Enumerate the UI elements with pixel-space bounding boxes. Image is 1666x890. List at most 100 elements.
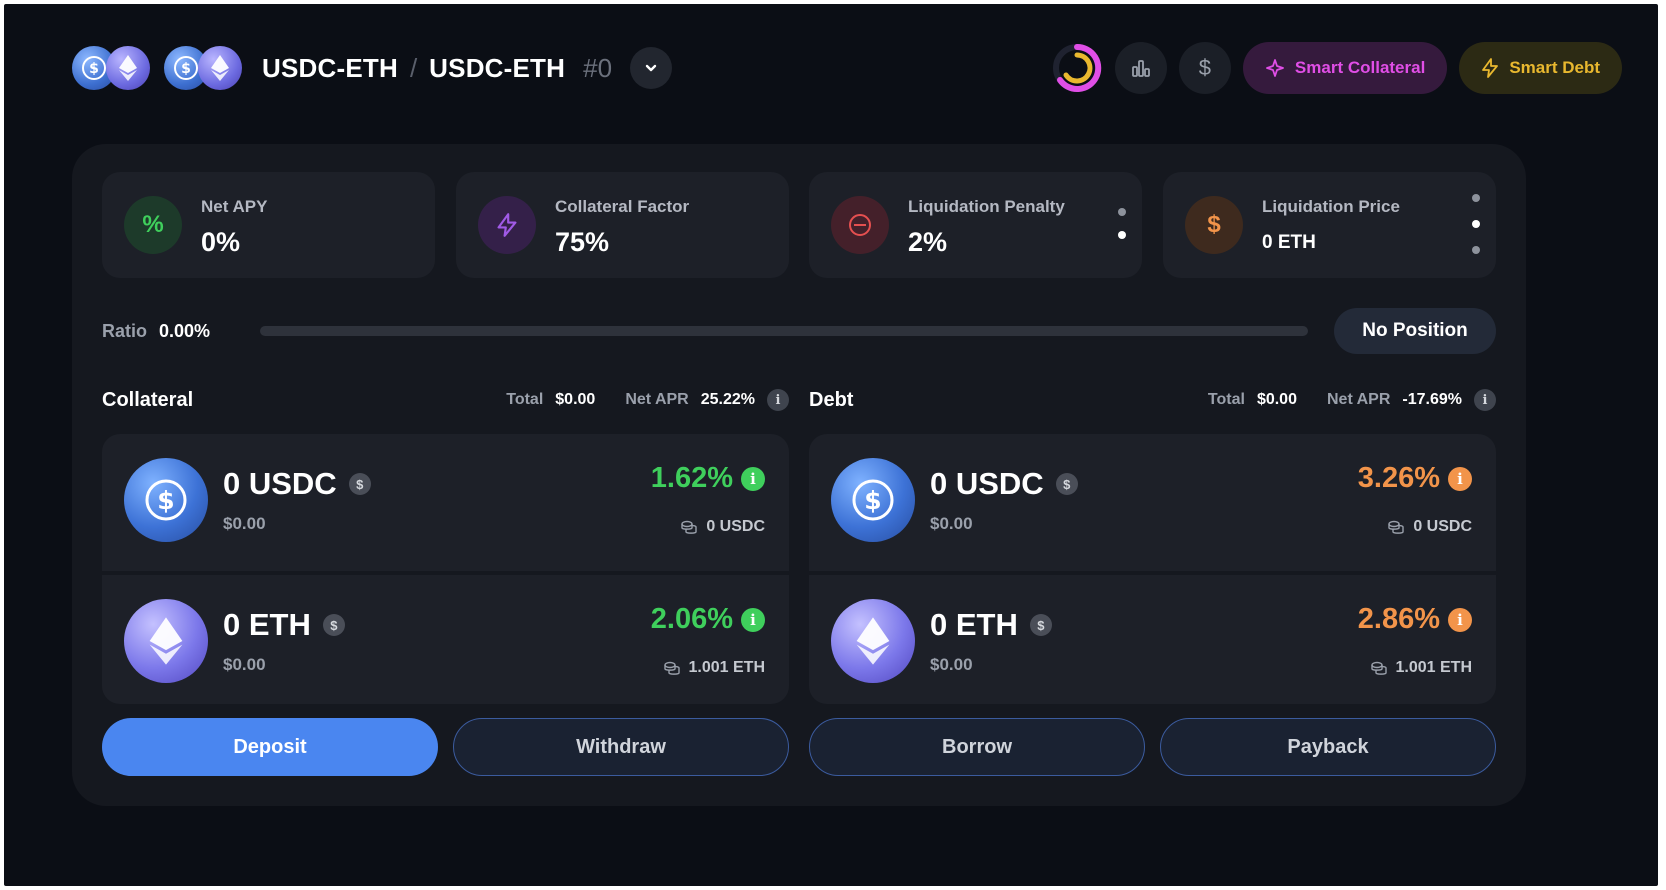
usdc-icon: $ [124, 458, 208, 542]
currency-button[interactable]: $ [1178, 42, 1231, 94]
coins-icon [1370, 661, 1387, 675]
usd-value: $0.00 [223, 514, 266, 533]
svg-text:$: $ [157, 486, 174, 515]
available-liquidity: 1.001 ETH [1370, 659, 1472, 677]
ratio-ring-icon[interactable] [1051, 42, 1103, 94]
liquidity-value: 0 USDC [706, 518, 765, 535]
percent-icon: % [124, 196, 182, 254]
eth-icon [124, 599, 208, 683]
carousel-dot[interactable] [1472, 246, 1480, 254]
dollar-icon: $ [1198, 55, 1212, 80]
pair-icon-left: $ [72, 44, 154, 92]
total-value: $0.00 [1256, 391, 1297, 408]
carousel-dot-active[interactable] [1472, 220, 1480, 228]
svg-text:$: $ [89, 61, 99, 77]
collateral-row-usdc[interactable]: $ 0 USDC $ $0.00 1.62% i 0 USDC [102, 434, 789, 567]
amount-text: 0 ETH [930, 607, 1018, 642]
amount-text: 0 ETH [223, 607, 311, 642]
stat-value: 0% [201, 227, 241, 257]
withdraw-button[interactable]: Withdraw [453, 718, 789, 776]
stats-button[interactable] [1114, 42, 1167, 94]
carousel-dots[interactable] [1472, 194, 1480, 254]
debt-panel: $ 0 USDC $ $0.00 3.26% i 0 USDC 0 ETH $ $0.… [809, 434, 1496, 704]
stat-value: 0 ETH [1262, 232, 1316, 253]
smart-collateral-button[interactable]: Smart Collateral [1242, 42, 1448, 94]
collateral-row-eth[interactable]: 0 ETH $ $0.00 2.06% i 1.001 ETH [102, 571, 789, 704]
dollar-icon[interactable]: $ [1029, 614, 1052, 636]
svg-text:$: $ [864, 486, 881, 515]
stat-liquidation-price: $ Liquidation Price 0 ETH [1163, 172, 1496, 278]
total-label: Total [506, 391, 544, 408]
pair-icons: $ $ [72, 44, 256, 92]
smart-collateral-label: Smart Collateral [1294, 58, 1426, 77]
ratio-progress-bar [260, 326, 1308, 336]
lightning-icon [478, 196, 536, 254]
token-amount: 0 USDC $ [223, 466, 371, 502]
dollar-icon[interactable]: $ [1055, 473, 1078, 495]
info-icon[interactable]: i [741, 466, 765, 491]
carousel-dot[interactable] [1118, 208, 1126, 216]
info-icon[interactable]: i [1474, 389, 1496, 411]
stat-value: 75% [555, 227, 610, 257]
collateral-pair-title: USDC-ETH [262, 52, 398, 83]
borrow-button[interactable]: Borrow [809, 718, 1145, 776]
position-dropdown-button[interactable] [630, 47, 673, 89]
available-liquidity: 0 USDC [680, 518, 765, 536]
net-apr-label: Net APR [625, 391, 689, 408]
stat-label: Liquidation Price [1262, 197, 1400, 216]
net-apr-value: 25.22% [700, 391, 755, 408]
eth-icon [198, 46, 242, 90]
collateral-summary: Total $0.00 Net APR 25.22% i [506, 389, 789, 411]
apr-value: 3.26% [1357, 462, 1440, 494]
info-icon[interactable]: i [767, 389, 789, 411]
collateral-title: Collateral [102, 388, 194, 411]
usd-value: $0.00 [223, 655, 266, 674]
smart-debt-button[interactable]: Smart Debt [1459, 42, 1622, 94]
svg-text:$: $ [181, 61, 191, 77]
net-apr-value: -17.69% [1402, 391, 1462, 408]
ratio-label: Ratio [102, 320, 147, 341]
debt-row-eth[interactable]: 0 ETH $ $0.00 2.86% i 1.001 ETH [809, 571, 1496, 704]
deposit-button[interactable]: Deposit [102, 718, 438, 776]
usd-value: $0.00 [930, 514, 973, 533]
liquidity-value: 1.001 ETH [1395, 659, 1472, 676]
liquidity-value: 1.001 ETH [688, 659, 765, 676]
stat-label: Collateral Factor [555, 197, 690, 216]
bar-chart-icon [1132, 60, 1150, 77]
borrow-apr: 2.86% i [1358, 603, 1472, 636]
payback-button[interactable]: Payback [1160, 718, 1496, 776]
apr-value: 1.62% [650, 462, 733, 494]
minus-circle-icon [831, 196, 889, 254]
carousel-dots[interactable] [1118, 208, 1126, 239]
dollar-icon: $ [1185, 196, 1243, 254]
apr-value: 2.06% [650, 603, 733, 635]
position-id: #0 [583, 52, 613, 83]
ratio-value: 0.00% [159, 320, 211, 341]
usdc-icon: $ [831, 458, 915, 542]
info-icon[interactable]: i [741, 607, 765, 632]
chevron-down-icon [645, 64, 657, 72]
debt-row-usdc[interactable]: $ 0 USDC $ $0.00 3.26% i 0 USDC [809, 434, 1496, 567]
info-icon[interactable]: i [1448, 466, 1472, 491]
header: $ $ USDC-ETH / USDC-ETH #0 $ Smart Colla… [72, 40, 1622, 96]
ratio-row: Ratio 0.00% No Position [102, 308, 1496, 354]
app-frame: $ $ USDC-ETH / USDC-ETH #0 $ Smart Colla… [4, 4, 1658, 886]
stat-liquidation-penalty: Liquidation Penalty 2% [809, 172, 1142, 278]
pair-separator: / [409, 52, 418, 83]
supply-apr: 2.06% i [651, 603, 765, 636]
token-amount: 0 ETH $ [223, 607, 345, 643]
header-actions: $ Smart Collateral Smart Debt [1051, 40, 1622, 96]
dollar-icon[interactable]: $ [322, 614, 345, 636]
carousel-dot[interactable] [1472, 194, 1480, 202]
debt-title: Debt [809, 388, 854, 411]
eth-icon [106, 46, 150, 90]
info-icon[interactable]: i [1448, 607, 1472, 632]
debt-header: Debt Total $0.00 Net APR -17.69% i [809, 388, 1496, 412]
carousel-dot-active[interactable] [1118, 231, 1126, 239]
token-amount: 0 USDC $ [930, 466, 1078, 502]
collateral-panel: $ 0 USDC $ $0.00 1.62% i 0 USDC 0 ETH $ $0.… [102, 434, 789, 704]
stat-net-apy: % Net APY 0% [102, 172, 435, 278]
liquidity-value: 0 USDC [1413, 518, 1472, 535]
net-apr-label: Net APR [1326, 391, 1391, 408]
dollar-icon[interactable]: $ [348, 473, 371, 495]
